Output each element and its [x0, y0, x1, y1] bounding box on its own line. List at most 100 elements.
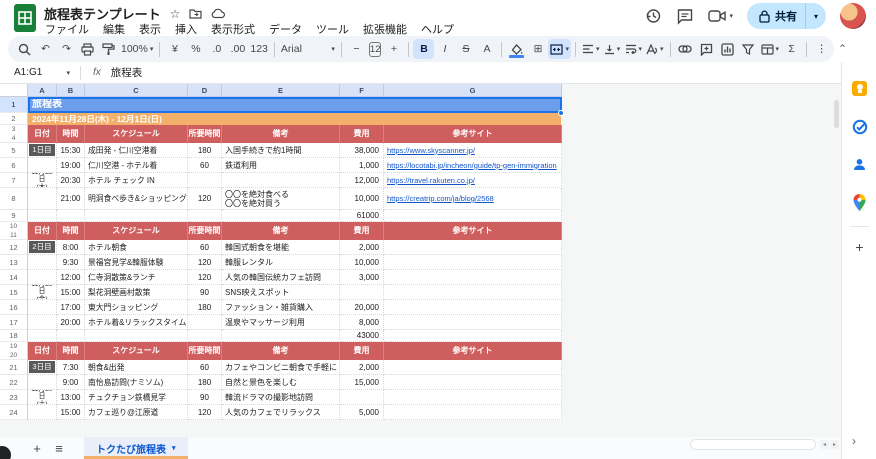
reference-link[interactable]: https://www.skyscanner.jp/ — [384, 146, 475, 155]
row-header[interactable]: 23 — [0, 390, 28, 405]
cell-schedule[interactable]: チュクチョン鉄橋見学 — [85, 390, 188, 405]
zoom-select[interactable]: 100%▾ — [119, 39, 155, 59]
cell-schedule[interactable]: 南怡島訪問(ナミソム) — [85, 375, 188, 390]
scroll-right-icon[interactable]: ▸ — [830, 440, 839, 449]
cell-note[interactable]: 韓流ドラマの撮影地訪問 — [222, 390, 340, 405]
cell-duration[interactable]: 90 — [188, 285, 222, 300]
cell-note[interactable]: 人気のカフェでリラックス — [222, 405, 340, 420]
all-sheets-icon[interactable]: ≡ — [48, 437, 70, 459]
header-cell[interactable]: 所要時間 — [188, 342, 222, 360]
cell-link[interactable] — [384, 300, 562, 315]
fill-color-button[interactable] — [506, 39, 527, 59]
create-filter-icon[interactable] — [738, 39, 759, 59]
horizontal-scrollbar[interactable] — [690, 439, 816, 450]
row-header[interactable]: 21 — [0, 360, 28, 375]
header-cell[interactable]: スケジュール — [85, 125, 188, 143]
decrease-font-button[interactable]: − — [346, 39, 367, 59]
reference-link[interactable]: https://locotabi.jp/incheon/guide/tp-gen… — [384, 161, 557, 170]
decrease-decimal-button[interactable]: .0 — [206, 39, 227, 59]
header-cell[interactable]: スケジュール — [85, 342, 188, 360]
cell-day[interactable]: 1日目 — [28, 143, 57, 158]
cell-time[interactable]: 15:00 — [57, 285, 85, 300]
cell-cost[interactable] — [340, 390, 384, 405]
maps-icon[interactable] — [851, 194, 868, 211]
cell-note[interactable] — [222, 173, 340, 188]
cell-duration[interactable]: 60 — [188, 360, 222, 375]
sheet-tab-menu-icon[interactable]: ▾ — [172, 444, 176, 452]
add-sheet-button[interactable]: + — [26, 437, 48, 459]
strikethrough-button[interactable]: S — [455, 39, 476, 59]
cell-note[interactable]: SNS映えスポット — [222, 285, 340, 300]
cell-cost[interactable]: 3,000 — [340, 270, 384, 285]
row-header[interactable]: 17 — [0, 315, 28, 330]
cell-note[interactable]: 鉄道利用 — [222, 158, 340, 173]
row-header[interactable]: 2 — [0, 113, 28, 125]
cell[interactable] — [384, 210, 562, 222]
cell-link[interactable] — [384, 375, 562, 390]
cell-link[interactable] — [384, 255, 562, 270]
cell-time[interactable]: 9:00 — [57, 375, 85, 390]
cell[interactable] — [57, 330, 85, 342]
cell[interactable] — [222, 210, 340, 222]
insert-comment-icon[interactable] — [696, 39, 717, 59]
contacts-icon[interactable] — [851, 156, 868, 173]
cell-time[interactable]: 20:30 — [57, 173, 85, 188]
cell-time[interactable]: 9:30 — [57, 255, 85, 270]
sheets-logo-icon[interactable] — [13, 3, 37, 33]
merge-cells-button[interactable]: ▾ — [548, 39, 571, 59]
borders-button[interactable]: ⊞ — [527, 39, 548, 59]
cell-time[interactable]: 15:00 — [57, 405, 85, 420]
select-all-corner[interactable] — [0, 84, 28, 97]
header-cell[interactable]: 日付 — [28, 125, 57, 143]
cell-total-cost[interactable]: 61000 — [340, 210, 384, 222]
cell-cost[interactable] — [340, 285, 384, 300]
cell-cost[interactable]: 1,000 — [340, 158, 384, 173]
font-size-input[interactable]: 12 — [369, 42, 382, 57]
cell-note[interactable]: 〇〇を絶対食べる〇〇を絶対買う — [222, 188, 340, 210]
row-header[interactable]: 16 — [0, 300, 28, 315]
cell-schedule[interactable]: 梨花洞壁画村散策 — [85, 285, 188, 300]
column-header-d[interactable]: D — [188, 84, 222, 97]
print-icon[interactable] — [77, 39, 98, 59]
reference-link[interactable]: https://travel.rakuten.co.jp/ — [384, 176, 475, 185]
row-header[interactable]: 1920 — [0, 342, 28, 360]
cell-time[interactable]: 12:00 — [57, 270, 85, 285]
cell-cost[interactable]: 2,000 — [340, 240, 384, 255]
cell[interactable] — [85, 330, 188, 342]
cell-day[interactable] — [28, 188, 57, 210]
cell-time[interactable]: 7:30 — [57, 360, 85, 375]
header-cell[interactable]: 費用 — [340, 222, 384, 240]
cell-day[interactable]: 11月30日(土) — [28, 390, 57, 405]
format-percent-button[interactable]: % — [185, 39, 206, 59]
cell-schedule[interactable]: ホテル着&リラックスタイム — [85, 315, 188, 330]
cell-cost[interactable]: 8,000 — [340, 315, 384, 330]
scroll-left-icon[interactable]: ◂ — [820, 440, 829, 449]
horizontal-align-button[interactable]: ▾ — [580, 39, 602, 59]
cell-schedule[interactable]: 成田発 - 仁川空港着 — [85, 143, 188, 158]
cell-schedule[interactable]: 景福宮見学&韓服体験 — [85, 255, 188, 270]
cell-note[interactable]: 韓服レンタル — [222, 255, 340, 270]
text-wrap-button[interactable]: ▾ — [623, 39, 645, 59]
cell-link[interactable] — [384, 405, 562, 420]
row-header[interactable]: 22 — [0, 375, 28, 390]
row-header[interactable]: 12 — [0, 240, 28, 255]
cell-duration[interactable] — [188, 173, 222, 188]
header-cell[interactable]: 時間 — [57, 125, 85, 143]
more-options-icon[interactable]: ⋮ — [811, 39, 832, 59]
history-icon[interactable] — [644, 7, 662, 25]
sheet-title-cell[interactable]: 旅程表 — [28, 97, 561, 113]
insert-link-icon[interactable] — [675, 39, 696, 59]
row-header[interactable]: 7 — [0, 173, 28, 188]
insert-chart-icon[interactable] — [717, 39, 738, 59]
cell-note[interactable]: 韓国式朝食を堪能 — [222, 240, 340, 255]
cell-day[interactable] — [28, 375, 57, 390]
column-header-b[interactable]: B — [57, 84, 85, 97]
cell[interactable] — [28, 210, 57, 222]
cell-cost[interactable]: 12,000 — [340, 173, 384, 188]
cell-cost[interactable]: 10,000 — [340, 188, 384, 210]
row-header[interactable]: 14 — [0, 270, 28, 285]
date-range-cell[interactable]: 2024年11月28日(木) - 12月1日(日) — [28, 113, 561, 125]
vertical-scrollbar[interactable] — [834, 100, 839, 128]
header-cell[interactable]: 費用 — [340, 342, 384, 360]
cell-day[interactable]: 11月28日(木) — [28, 173, 57, 188]
